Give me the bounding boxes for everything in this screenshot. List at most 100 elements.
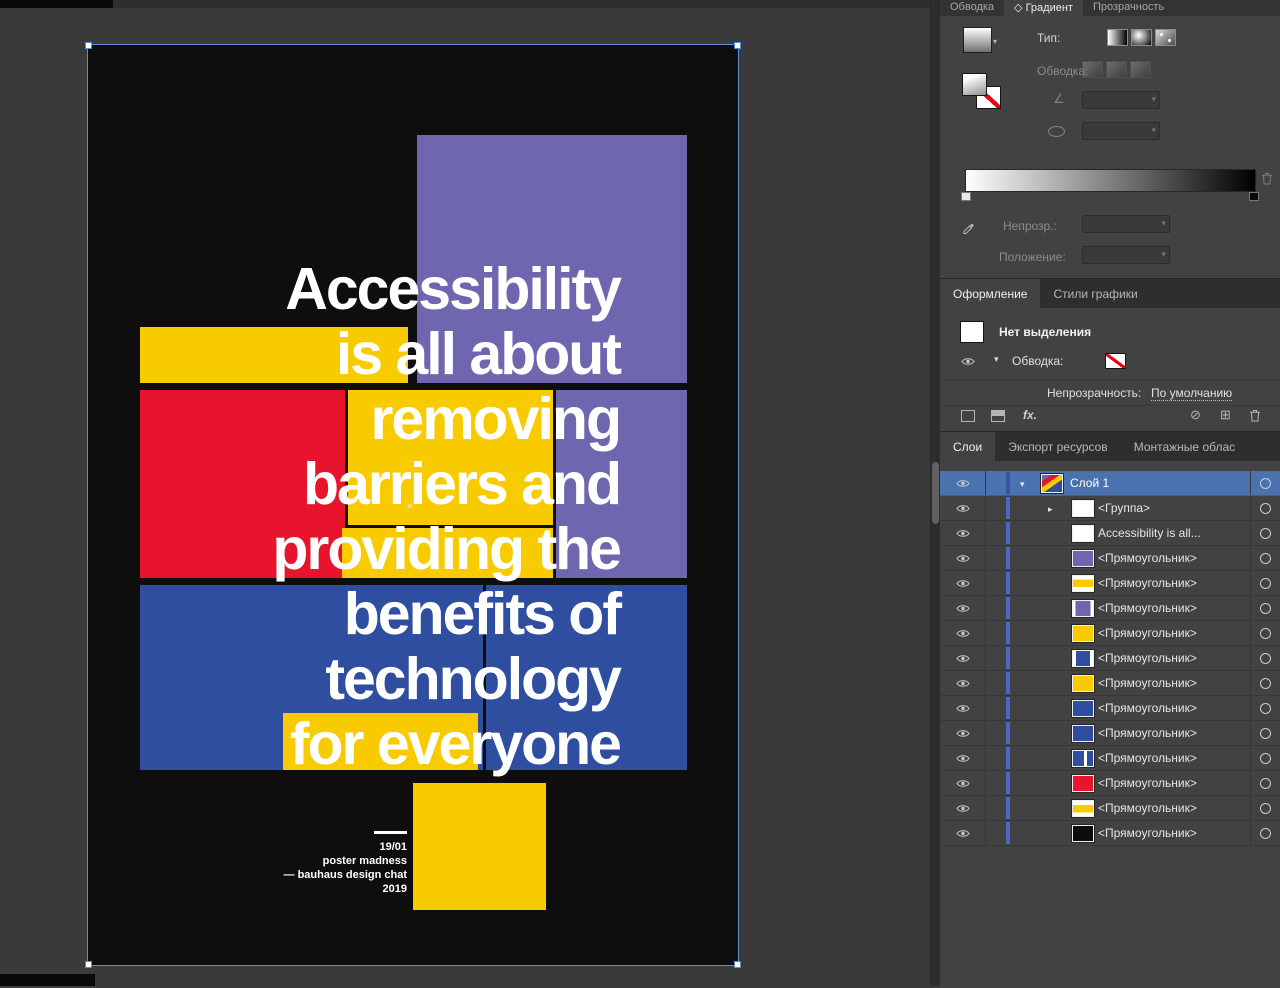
layer-target-icon[interactable] — [1260, 827, 1271, 839]
layer-name[interactable]: <Прямоугольник> — [1098, 551, 1197, 565]
poster-rect-yellow-square[interactable] — [413, 783, 546, 910]
eyedropper-icon[interactable] — [962, 222, 975, 235]
layer-name[interactable]: <Прямоугольник> — [1098, 676, 1197, 690]
layer-name[interactable]: <Прямоугольник> — [1098, 826, 1197, 840]
layer-thumbnail[interactable] — [1072, 550, 1094, 567]
layer-row[interactable]: ▸ <Группа> — [940, 496, 1280, 521]
target-cell[interactable] — [1250, 671, 1280, 695]
clear-appearance-button[interactable]: ⊘ — [1190, 407, 1201, 423]
layer-target-icon[interactable] — [1260, 777, 1271, 789]
chevron-down-icon[interactable]: ▾ — [994, 354, 999, 365]
layer-row[interactable]: ▾ Слой 1 — [940, 471, 1280, 496]
layer-thumbnail[interactable] — [1072, 675, 1094, 692]
headline-line[interactable]: for everyone — [272, 712, 622, 777]
chevron-down-icon[interactable]: ▾ — [993, 37, 997, 46]
layer-thumbnail[interactable] — [1072, 825, 1094, 842]
layer-thumbnail[interactable] — [1072, 650, 1094, 667]
layer-row[interactable]: <Прямоугольник> — [940, 696, 1280, 721]
add-new-stroke-button[interactable] — [961, 410, 975, 422]
tab-layers[interactable]: Слои — [940, 432, 996, 461]
layer-name[interactable]: Слой 1 — [1070, 476, 1109, 490]
gradient-type-freeform-button[interactable] — [1155, 29, 1176, 46]
layer-name[interactable]: <Прямоугольник> — [1098, 651, 1197, 665]
target-cell[interactable] — [1250, 546, 1280, 570]
stop-location-select[interactable]: ▾ — [1082, 246, 1170, 264]
gradient-stop-white[interactable] — [961, 192, 971, 201]
delete-stop-icon[interactable] — [1261, 172, 1273, 185]
artboard[interactable]: Accessibility is all about removing barr… — [85, 42, 741, 968]
gradient-type-linear-button[interactable] — [1107, 29, 1128, 46]
layer-thumbnail[interactable] — [1072, 500, 1094, 517]
layer-row[interactable]: <Прямоугольник> — [940, 746, 1280, 771]
layer-target-icon[interactable] — [1260, 702, 1271, 714]
layer-target-icon[interactable] — [1260, 727, 1271, 739]
eye-icon[interactable] — [961, 357, 975, 366]
layer-target-icon[interactable] — [1260, 502, 1271, 514]
visibility-toggle[interactable] — [940, 621, 986, 645]
layer-row[interactable]: <Прямоугольник> — [940, 596, 1280, 621]
gradient-slider[interactable] — [965, 169, 1256, 192]
layer-row[interactable]: <Прямоугольник> — [940, 796, 1280, 821]
visibility-toggle[interactable] — [940, 521, 986, 545]
target-cell[interactable] — [1250, 496, 1280, 520]
target-cell[interactable] — [1250, 746, 1280, 770]
tab-gradient[interactable]: ◇ Градиент — [1004, 0, 1083, 16]
stroke-gradient-along-button[interactable] — [1106, 61, 1127, 78]
layer-thumbnail[interactable] — [1072, 575, 1094, 592]
layer-row[interactable]: <Прямоугольник> — [940, 646, 1280, 671]
layer-target-icon[interactable] — [1260, 602, 1271, 614]
headline-line[interactable]: Accessibility — [272, 257, 622, 322]
tab-artboards[interactable]: Монтажные облас — [1121, 432, 1248, 461]
tab-asset-export[interactable]: Экспорт ресурсов — [995, 432, 1121, 461]
artboard-handle[interactable] — [85, 42, 92, 49]
layer-row[interactable]: <Прямоугольник> — [940, 721, 1280, 746]
layer-thumbnail[interactable] — [1072, 800, 1094, 817]
layer-row[interactable]: <Прямоугольник> — [940, 621, 1280, 646]
visibility-toggle[interactable] — [940, 821, 986, 845]
layer-target-icon[interactable] — [1260, 577, 1271, 589]
layer-thumbnail[interactable] — [1072, 525, 1094, 542]
aspect-ratio-select[interactable]: ▾ — [1082, 122, 1160, 140]
layer-target-icon[interactable] — [1260, 802, 1271, 814]
appearance-opacity-value[interactable]: По умолчанию — [1151, 386, 1233, 401]
layer-target-icon[interactable] — [1260, 627, 1271, 639]
layer-row[interactable]: Accessibility is all... — [940, 521, 1280, 546]
headline-line[interactable]: technology — [272, 647, 622, 712]
fill-proxy-swatch[interactable] — [962, 73, 987, 96]
appearance-stroke-label[interactable]: Обводка: — [1012, 354, 1063, 368]
tab-stroke[interactable]: Обводка — [940, 0, 1004, 16]
target-cell[interactable] — [1250, 821, 1280, 845]
artboard-handle[interactable] — [734, 961, 741, 968]
artboard-handle[interactable] — [85, 961, 92, 968]
tab-appearance[interactable]: Оформление — [940, 279, 1041, 308]
layer-row[interactable]: <Прямоугольник> — [940, 821, 1280, 846]
layer-name[interactable]: <Прямоугольник> — [1098, 701, 1197, 715]
visibility-toggle[interactable] — [940, 696, 986, 720]
target-cell[interactable] — [1250, 646, 1280, 670]
tab-transparency[interactable]: Прозрачность — [1083, 0, 1174, 16]
stop-opacity-select[interactable]: ▾ — [1082, 215, 1170, 233]
layer-thumbnail[interactable] — [1072, 600, 1094, 617]
layer-thumbnail[interactable] — [1072, 775, 1094, 792]
layer-target-icon[interactable] — [1260, 527, 1271, 539]
target-cell[interactable] — [1250, 471, 1280, 495]
headline-line[interactable]: providing the — [272, 517, 622, 582]
visibility-toggle[interactable] — [940, 671, 986, 695]
layer-thumbnail[interactable] — [1041, 474, 1063, 493]
gradient-type-radial-button[interactable] — [1131, 29, 1152, 46]
canvas-area[interactable]: Accessibility is all about removing barr… — [0, 0, 930, 986]
visibility-toggle[interactable] — [940, 596, 986, 620]
layer-name[interactable]: <Прямоугольник> — [1098, 576, 1197, 590]
headline-line[interactable]: removing — [272, 387, 622, 452]
appearance-opacity-label[interactable]: Непрозрачность: — [1047, 386, 1141, 400]
target-cell[interactable] — [1250, 721, 1280, 745]
visibility-toggle[interactable] — [940, 746, 986, 770]
tab-graphic-styles[interactable]: Стили графики — [1040, 279, 1150, 308]
gradient-stop-black[interactable] — [1249, 192, 1259, 201]
visibility-toggle[interactable] — [940, 496, 986, 520]
chevron-right-icon[interactable]: ▸ — [1048, 504, 1053, 515]
visibility-toggle[interactable] — [940, 546, 986, 570]
layer-name[interactable]: <Прямоугольник> — [1098, 776, 1197, 790]
gradient-angle-select[interactable]: ▾ — [1082, 91, 1160, 109]
layer-thumbnail[interactable] — [1072, 700, 1094, 717]
